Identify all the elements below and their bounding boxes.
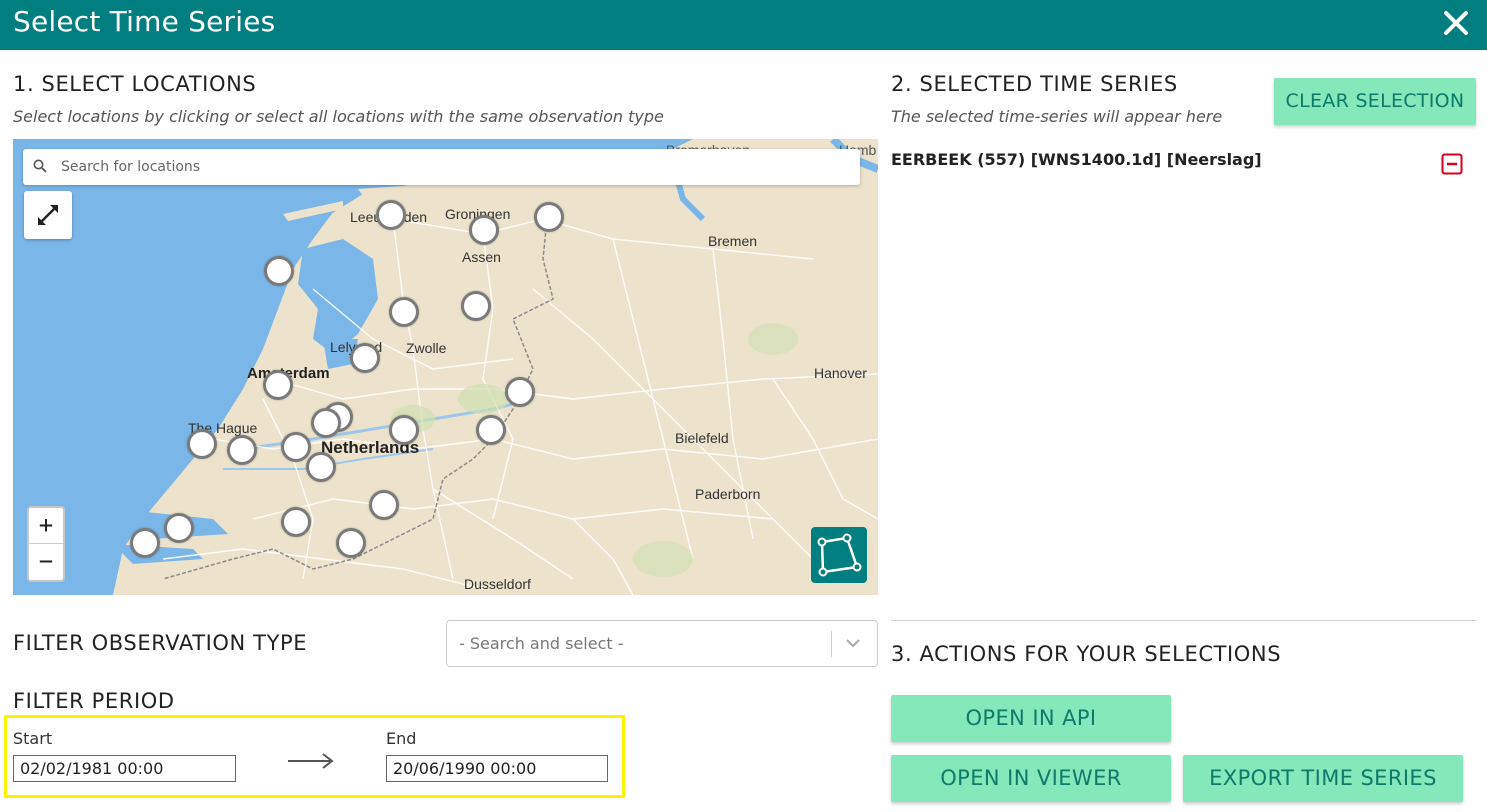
location-marker[interactable] (369, 490, 399, 520)
remove-series-icon[interactable] (1441, 153, 1463, 175)
select-locations-heading: 1. SELECT LOCATIONS (13, 72, 257, 96)
search-icon (33, 159, 47, 173)
polygon-draw-icon (817, 533, 862, 577)
start-label: Start (13, 729, 53, 748)
location-search-bar (23, 149, 860, 185)
chevron-down-icon[interactable] (845, 637, 861, 649)
location-marker[interactable] (389, 415, 419, 445)
open-in-viewer-button[interactable]: OPEN IN VIEWER (891, 755, 1171, 802)
zoom-in-button[interactable]: + (29, 508, 63, 544)
polygon-select-button[interactable] (811, 527, 867, 583)
location-marker[interactable] (130, 528, 160, 558)
export-time-series-button[interactable]: EXPORT TIME SERIES (1183, 755, 1463, 802)
location-marker[interactable] (281, 507, 311, 537)
location-marker[interactable] (350, 343, 380, 373)
selected-series-heading: 2. SELECTED TIME SERIES (891, 72, 1178, 96)
zoom-control: + − (27, 506, 65, 582)
location-marker[interactable] (469, 215, 499, 245)
observation-type-placeholder: - Search and select - (459, 634, 624, 653)
filter-period-heading: FILTER PERIOD (13, 689, 175, 713)
observation-type-select[interactable]: - Search and select - (446, 620, 878, 667)
selected-series-item: EERBEEK (557) [WNS1400.1d] [Neerslag] (891, 150, 1262, 169)
location-marker[interactable] (534, 202, 564, 232)
location-marker[interactable] (505, 377, 535, 407)
location-search-input[interactable] (61, 155, 841, 179)
select-separator (831, 631, 832, 657)
open-in-api-button[interactable]: OPEN IN API (891, 695, 1171, 742)
location-marker[interactable] (311, 408, 341, 438)
map-label-bremen: Bremen (708, 233, 758, 249)
actions-heading: 3. ACTIONS FOR YOUR SELECTIONS (891, 642, 1282, 666)
location-map[interactable]: Bremerhaven Hamb Leeuwarden Groningen As… (13, 139, 878, 595)
location-marker[interactable] (281, 432, 311, 462)
location-marker[interactable] (389, 297, 419, 327)
map-label-assen: Assen (462, 249, 501, 265)
selected-series-subtitle: The selected time-series will appear her… (891, 107, 1223, 126)
close-icon[interactable] (1439, 6, 1473, 40)
map-label-hanover: Hanover (814, 365, 867, 381)
fullscreen-button[interactable] (24, 191, 72, 239)
arrow-right-icon (288, 753, 334, 769)
location-marker[interactable] (264, 256, 294, 286)
location-marker[interactable] (306, 452, 336, 482)
location-marker[interactable] (164, 513, 194, 543)
map-label-paderborn: Paderborn (695, 486, 761, 502)
map-label-bielefeld: Bielefeld (675, 430, 729, 446)
location-marker[interactable] (461, 291, 491, 321)
end-date-input[interactable] (386, 755, 608, 782)
map-label-zwolle: Zwolle (406, 340, 447, 356)
select-locations-subtitle: Select locations by clicking or select a… (13, 107, 664, 126)
location-marker[interactable] (376, 200, 406, 230)
clear-selection-button[interactable]: CLEAR SELECTION (1274, 78, 1476, 125)
zoom-out-button[interactable]: − (29, 544, 63, 580)
location-marker[interactable] (336, 528, 366, 558)
section-divider (891, 620, 1476, 621)
start-date-input[interactable] (13, 755, 236, 782)
location-marker[interactable] (227, 435, 257, 465)
location-marker[interactable] (263, 370, 293, 400)
expand-icon (38, 205, 58, 225)
map-label-dusseldorf: Dusseldorf (464, 576, 531, 592)
dialog-header: Select Time Series (0, 0, 1487, 50)
location-marker[interactable] (476, 415, 506, 445)
dialog-title: Select Time Series (13, 5, 276, 38)
end-label: End (386, 729, 417, 748)
filter-observation-heading: FILTER OBSERVATION TYPE (13, 631, 308, 655)
location-marker[interactable] (187, 429, 217, 459)
